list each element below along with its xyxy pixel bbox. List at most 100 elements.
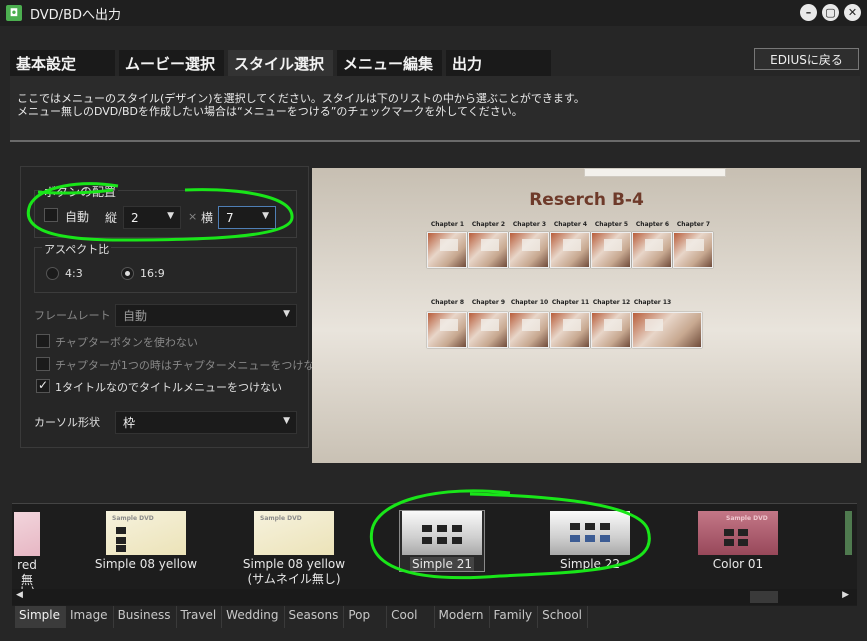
chapter-thumbnail (427, 232, 467, 268)
style-thumbnail (14, 512, 40, 556)
cursor-shape-value: 枠 (123, 416, 136, 430)
style-item-simple21[interactable]: Simple 21 (392, 511, 492, 571)
scroll-right-icon[interactable]: ▶ (842, 590, 849, 600)
mini-button (116, 545, 126, 552)
style-thumb-caption: Sample DVD (726, 515, 768, 522)
rows-select[interactable]: 2 ▼ (123, 206, 181, 229)
scrollbar-thumb[interactable] (750, 591, 778, 603)
tab-menu-edit[interactable]: メニュー編集 (337, 50, 442, 76)
maximize-icon[interactable]: ▢ (822, 4, 839, 21)
mini-button (724, 539, 734, 546)
chapter-thumbnail (468, 312, 508, 348)
category-tab-modern[interactable]: Modern (435, 606, 490, 628)
style-item-simple08yellow-nothumb[interactable]: Sample DVD Simple 08 yellow (サムネイル無し) (238, 511, 350, 585)
category-tab-business[interactable]: Business (114, 606, 177, 628)
category-tab-travel[interactable]: Travel (177, 606, 223, 628)
single-title-label: 1タイトルなのでタイトルメニューをつけない (55, 381, 282, 394)
single-chapter-label: チャプターが1つの時はチャプターメニューをつけない (55, 359, 326, 372)
style-item-simple22[interactable]: Simple 22 (540, 511, 640, 570)
preview-title: Reserch B-4 (529, 190, 644, 210)
chapter-thumbnail (468, 232, 508, 268)
description-line-2: メニュー無しのDVD/BDを作成したい場合は“メニューをつける”のチェックマーク… (17, 105, 523, 118)
window-controls: – ▢ ✕ (800, 4, 861, 21)
mini-button (738, 529, 748, 536)
chapter-label: Chapter 11 (551, 299, 590, 306)
main-tabs: 基本設定 ムービー選択 スタイル選択 メニュー編集 出力 (10, 50, 555, 76)
single-chapter-checkbox[interactable] (36, 357, 50, 371)
cols-label: 横 (201, 211, 214, 225)
gallery-scrollbar[interactable]: ◀ ▶ (12, 589, 857, 605)
preview-note-overlay (584, 168, 726, 177)
chapter-thumbs-row-2 (427, 312, 702, 348)
style-label: Simple 21 (392, 557, 492, 571)
window-title: DVD/BDへ出力 (30, 7, 121, 23)
chapter-label: Chapter 4 (553, 221, 588, 228)
chapter-label: Chapter 9 (471, 299, 506, 306)
chevron-down-icon: ▼ (167, 211, 174, 221)
mini-button (600, 523, 610, 530)
style-item-red[interactable]: red 無し) (14, 512, 40, 598)
chapter-thumbnail (509, 312, 549, 348)
auto-checkbox[interactable] (44, 208, 58, 222)
chapter-label: Chapter 2 (471, 221, 506, 228)
chapter-label: Chapter 7 (676, 221, 711, 228)
style-thumbnail (402, 511, 482, 555)
chapter-thumbs-row-1 (427, 232, 713, 268)
chapter-label: Chapter 6 (635, 221, 670, 228)
chapter-label: Chapter 3 (512, 221, 547, 228)
chevron-down-icon: ▼ (283, 416, 290, 426)
scroll-left-icon[interactable]: ◀ (16, 590, 23, 600)
category-tab-seasons[interactable]: Seasons (285, 606, 345, 628)
chapter-thumbnail (550, 312, 590, 348)
chevron-down-icon: ▼ (283, 309, 290, 319)
minimize-icon[interactable]: – (800, 4, 817, 21)
style-thumbnail: Sample DVD (106, 511, 186, 555)
tab-output[interactable]: 出力 (446, 50, 551, 76)
rows-value: 2 (131, 210, 139, 225)
aspect-ratio-label: アスペクト比 (42, 241, 112, 257)
tab-movie-select[interactable]: ムービー選択 (119, 50, 224, 76)
style-item-color01[interactable]: Sample DVD Color 01 (688, 511, 788, 570)
tab-basic-settings[interactable]: 基本設定 (10, 50, 115, 76)
close-icon[interactable]: ✕ (844, 4, 861, 21)
style-label: Color 01 (712, 557, 764, 571)
tab-style-select[interactable]: スタイル選択 (228, 50, 333, 76)
chapter-thumbnail (550, 232, 590, 268)
mini-button (437, 537, 447, 544)
category-tab-image[interactable]: Image (66, 606, 114, 628)
category-tab-pop[interactable]: Pop (344, 606, 388, 628)
mini-button (585, 523, 595, 530)
cols-select[interactable]: 7 ▼ (218, 206, 276, 229)
style-thumbnail: Sample DVD (254, 511, 334, 555)
chapter-labels-row-2: Chapter 8 Chapter 9 Chapter 10 Chapter 1… (427, 299, 673, 306)
button-layout-label: ボタンの配置 (42, 183, 119, 200)
style-item-simple08yellow[interactable]: Sample DVD Simple 08 yellow (94, 511, 198, 570)
single-title-checkbox[interactable] (36, 378, 50, 393)
no-chapter-buttons-checkbox[interactable] (36, 334, 50, 348)
chevron-down-icon: ▼ (262, 211, 269, 221)
category-tab-cool[interactable]: Cool (387, 606, 435, 628)
category-tab-simple[interactable]: Simple (15, 606, 66, 628)
style-thumb-caption: Sample DVD (112, 515, 154, 522)
chapter-label: Chapter 13 (633, 299, 672, 306)
mini-button (116, 537, 126, 544)
category-tab-school[interactable]: School (538, 606, 589, 628)
mini-button (738, 539, 748, 546)
chapter-thumbnail (673, 232, 713, 268)
category-tab-family[interactable]: Family (490, 606, 539, 628)
return-to-edius-button[interactable]: EDIUSに戻る (754, 48, 859, 70)
mini-button (585, 535, 595, 542)
aspect-169-radio[interactable] (121, 267, 134, 280)
framerate-label: フレームレート (34, 309, 111, 322)
aspect-43-radio[interactable] (46, 267, 59, 280)
category-tabs: Simple Image Business Travel Wedding Sea… (15, 606, 589, 628)
framerate-select[interactable]: 自動 ▼ (115, 304, 297, 327)
style-label: Simple 08 yellow (242, 557, 346, 571)
chapter-label: Chapter 12 (592, 299, 631, 306)
style-thumb-caption: Sample DVD (260, 515, 302, 522)
style-thumbnail-partial (845, 511, 852, 555)
category-tab-wedding[interactable]: Wedding (222, 606, 285, 628)
mini-button (452, 537, 462, 544)
cursor-shape-select[interactable]: 枠 ▼ (115, 411, 297, 434)
style-label: red (17, 558, 37, 572)
